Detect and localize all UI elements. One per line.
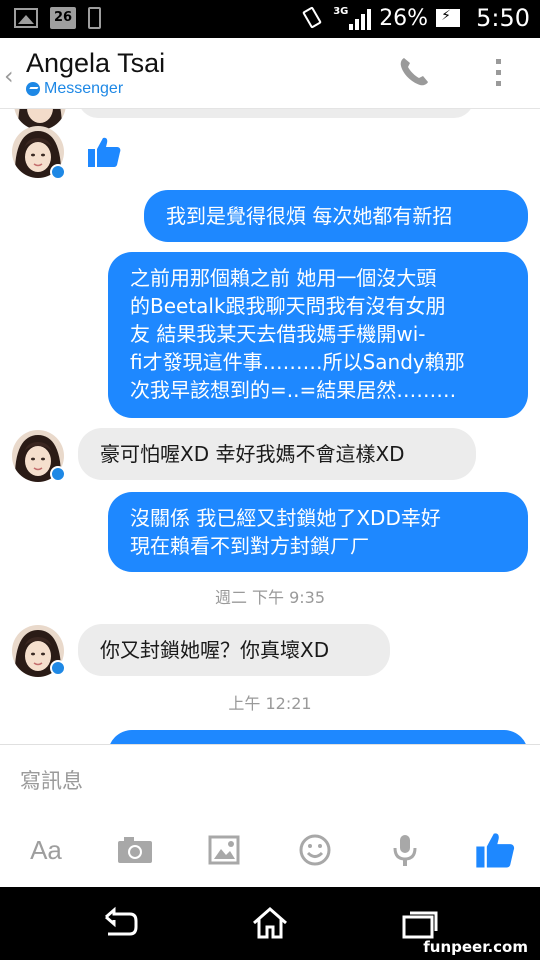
conversation-header: ‹ Angela Tsai Messenger [0, 38, 540, 109]
camera-icon[interactable] [116, 830, 154, 870]
gallery-notification-icon [14, 8, 38, 28]
message-text-line: 次我早該想到的=..=結果居然……… [130, 378, 457, 402]
battery-percent: 26% [379, 5, 429, 31]
message-text-line: 現在賴看不到對方封鎖ㄏㄏ [130, 534, 370, 558]
message-bubble-partial [78, 108, 474, 118]
messenger-badge-icon [50, 164, 66, 180]
message-text-line: 的Beetalk跟我聊天問我有沒有女朋 [130, 294, 446, 318]
messenger-badge-icon [50, 660, 66, 676]
clock: 5:50 [476, 4, 530, 32]
watermark: funpeer.com [423, 938, 528, 956]
message-bubble-incoming[interactable]: 你又封鎖她喔？你真壞XD [78, 624, 390, 676]
signal-icon: 3G [333, 6, 372, 30]
message-text-line: 沒關係 我已經又封鎖她了XDD幸好 [130, 506, 441, 530]
message-text: 你又封鎖她喔？你真壞XD [100, 638, 330, 662]
chevron-left-icon[interactable]: ‹ [4, 62, 14, 90]
microphone-icon[interactable] [392, 830, 418, 870]
message-text-line: 友 結果我某天去借我媽手機開wi- [130, 322, 426, 346]
timestamp: 上午 12:21 [228, 694, 312, 713]
network-type: 3G [333, 6, 349, 17]
thumbs-up-sticker-icon [86, 134, 122, 174]
home-icon[interactable] [250, 905, 290, 941]
messenger-icon [26, 82, 40, 96]
message-text-line: 之前用那個賴之前 她用一個沒大頭 [130, 266, 437, 290]
contact-name[interactable]: Angela Tsai [26, 48, 165, 79]
battery-charging-icon [436, 8, 461, 27]
message-bubble-incoming[interactable]: 豪可怕喔XD 幸好我媽不會這樣XD [78, 428, 476, 480]
phone-notification-icon [88, 7, 101, 29]
recent-apps-icon[interactable] [400, 905, 440, 941]
overflow-menu-icon[interactable] [486, 56, 510, 92]
text-format-button[interactable]: Aa [26, 830, 66, 870]
message-input[interactable]: 寫訊息 [20, 765, 83, 795]
calendar-notification-icon: 26 [50, 7, 76, 29]
vibrate-icon [301, 6, 325, 30]
message-bubble-outgoing[interactable]: 之前用那個賴之前 她用一個沒大頭 的Beetalk跟我聊天問我有沒有女朋 友 結… [108, 252, 528, 418]
composer-divider [0, 744, 540, 745]
composer-toolbar: Aa [0, 820, 540, 886]
thumbs-up-icon[interactable] [474, 830, 516, 870]
messenger-badge-icon [50, 466, 66, 482]
message-bubble-outgoing[interactable]: 沒關係 我已經又封鎖她了XDD幸好 現在賴看不到對方封鎖ㄏㄏ [108, 492, 528, 572]
timestamp: 週二 下午 9:35 [214, 588, 326, 607]
message-bubble-outgoing-partial [108, 730, 528, 744]
message-list[interactable]: 我到是覺得很煩 每次她都有新招 之前用那個賴之前 她用一個沒大頭 的Beetal… [0, 108, 540, 744]
emoji-icon[interactable] [298, 830, 332, 870]
message-text-line: fi才發現這件事………所以Sandy賴那 [130, 350, 465, 374]
system-nav-bar: funpeer.com [0, 887, 540, 960]
message-bubble-outgoing[interactable]: 我到是覺得很煩 每次她都有新招 [144, 190, 528, 242]
phone-icon[interactable] [396, 54, 432, 90]
back-icon[interactable] [100, 905, 140, 941]
status-bar: 26 3G 26% 5:50 [0, 0, 540, 38]
platform-label: Messenger [26, 80, 123, 98]
gallery-icon[interactable] [208, 830, 240, 870]
message-text: 我到是覺得很煩 每次她都有新招 [166, 204, 453, 228]
platform-label-text: Messenger [44, 80, 124, 97]
message-text: 豪可怕喔XD 幸好我媽不會這樣XD [100, 442, 405, 466]
